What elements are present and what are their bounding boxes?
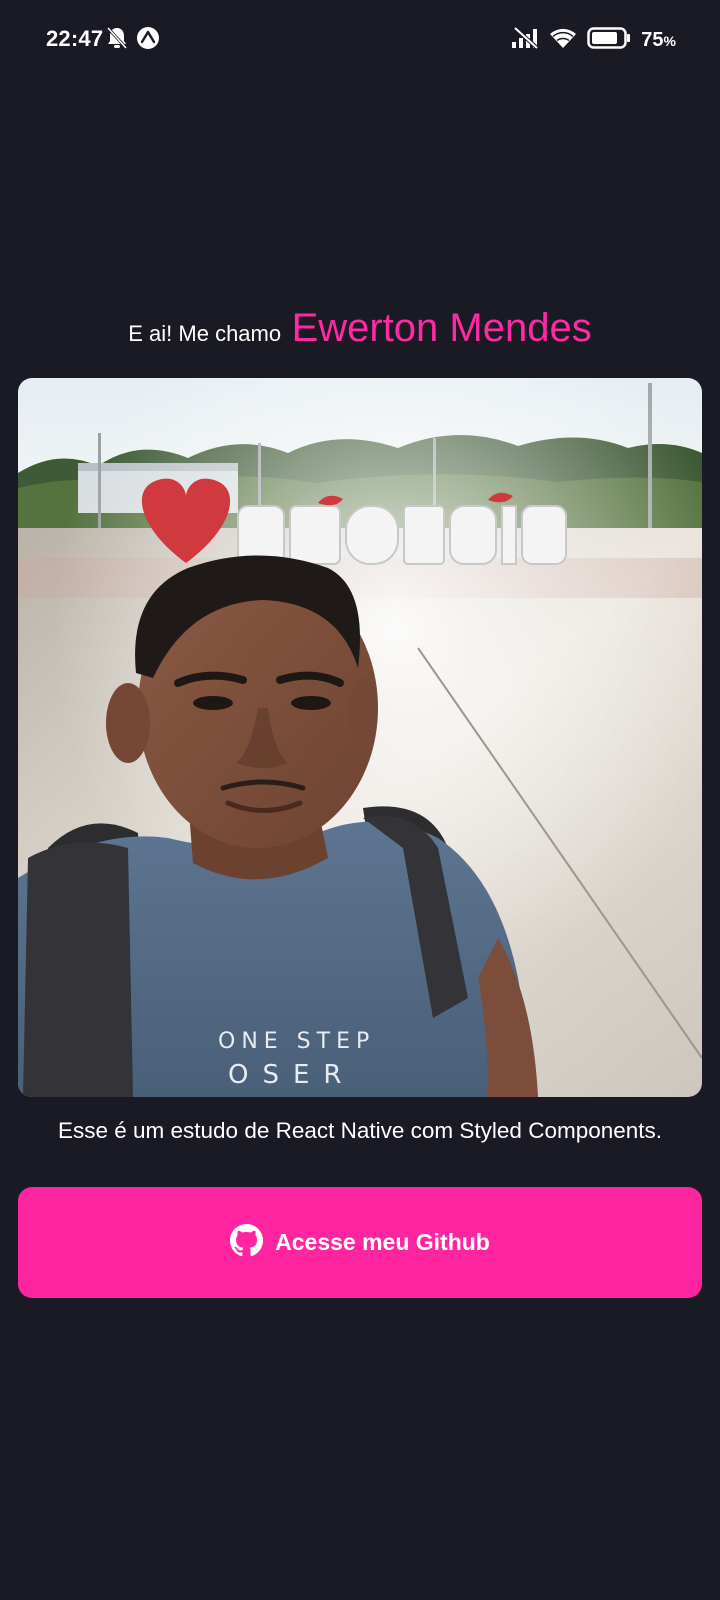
expo-icon — [136, 26, 160, 55]
svg-text:OSER: OSER — [228, 1060, 355, 1090]
greeting-name: Ewerton Mendes — [291, 306, 592, 350]
github-button-label: Acesse meu Github — [275, 1229, 490, 1255]
status-left-icons — [106, 26, 160, 55]
greeting: E ai! Me chamo Ewerton Mendes — [0, 306, 720, 351]
status-time: 22:47 — [46, 26, 104, 51]
battery-level: 75% — [641, 29, 676, 52]
wifi-icon — [549, 27, 577, 54]
bell-off-icon — [106, 26, 128, 55]
status-bar: 22:47 75% — [0, 0, 720, 80]
battery-unit: % — [663, 33, 676, 49]
svg-text:ONE STEP: ONE STEP — [218, 1029, 375, 1054]
github-icon — [230, 1223, 264, 1262]
profile-photo: ONE STEP OSER — [18, 378, 702, 1097]
battery-icon — [587, 26, 631, 55]
github-button[interactable]: Acesse meu Github — [18, 1187, 702, 1298]
no-signal-icon — [511, 26, 539, 54]
status-right: 75% — [511, 26, 676, 55]
greeting-prefix: E ai! Me chamo — [128, 321, 282, 346]
description-text: Esse é um estudo de React Native com Sty… — [57, 1118, 663, 1143]
battery-value: 75 — [641, 29, 664, 51]
